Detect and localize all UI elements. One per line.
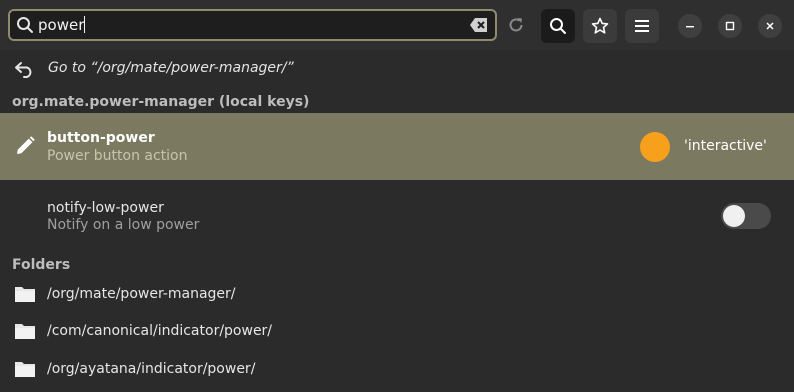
search-toggle-button[interactable]: [541, 9, 575, 43]
close-icon: [766, 22, 774, 30]
folder-icon: [15, 324, 35, 339]
close-button[interactable]: [758, 14, 782, 38]
folder-icon: [15, 362, 35, 377]
bookmarks-button[interactable]: [583, 9, 617, 43]
search-input[interactable]: power: [8, 9, 497, 41]
main-menu-button[interactable]: [625, 9, 659, 43]
header-bar: power: [0, 0, 794, 50]
minimize-icon: [686, 26, 694, 28]
reload-button[interactable]: [500, 9, 532, 41]
folder-row[interactable]: /com/canonical/indicator/power/: [0, 314, 794, 350]
folder-path: /org/mate/power-manager/: [47, 286, 236, 302]
folder-icon: [15, 287, 35, 302]
keys-section-title: org.mate.power-manager (local keys): [12, 94, 310, 110]
key-description: Notify on a low power: [47, 217, 200, 233]
back-arrow-icon: [15, 62, 32, 78]
star-icon: [591, 17, 609, 34]
hamburger-menu-icon: [635, 20, 649, 32]
key-row-button-power[interactable]: button-power Power button action 'intera…: [0, 113, 794, 180]
reload-icon: [509, 18, 523, 32]
folders-section-title: Folders: [12, 257, 71, 273]
maximize-icon: [725, 21, 735, 31]
modified-indicator: [640, 132, 670, 162]
search-icon: [17, 17, 33, 33]
minimize-button[interactable]: [678, 14, 702, 38]
folder-path: /org/ayatana/indicator/power/: [47, 361, 256, 377]
goto-path-row[interactable]: Go to “/org/mate/power-manager/”: [0, 52, 794, 86]
key-value: 'interactive': [684, 138, 767, 154]
key-row-notify-low-power[interactable]: notify-low-power Notify on a low power: [0, 186, 794, 252]
folder-row[interactable]: /org/mate/power-manager/: [0, 277, 794, 313]
folder-row[interactable]: /org/ayatana/indicator/power/: [0, 352, 794, 388]
pencil-icon: [17, 136, 35, 154]
toggle-knob: [723, 205, 745, 227]
goto-path-label: Go to “/org/mate/power-manager/”: [48, 60, 294, 76]
key-name: notify-low-power: [47, 200, 164, 216]
key-name: button-power: [47, 130, 155, 146]
search-text[interactable]: power: [38, 16, 86, 34]
search-icon: [550, 18, 566, 34]
key-description: Power button action: [47, 148, 188, 164]
clear-text-icon[interactable]: [469, 16, 489, 34]
notify-low-power-toggle[interactable]: [721, 203, 771, 229]
folder-path: /com/canonical/indicator/power/: [47, 323, 273, 339]
maximize-button[interactable]: [718, 14, 742, 38]
